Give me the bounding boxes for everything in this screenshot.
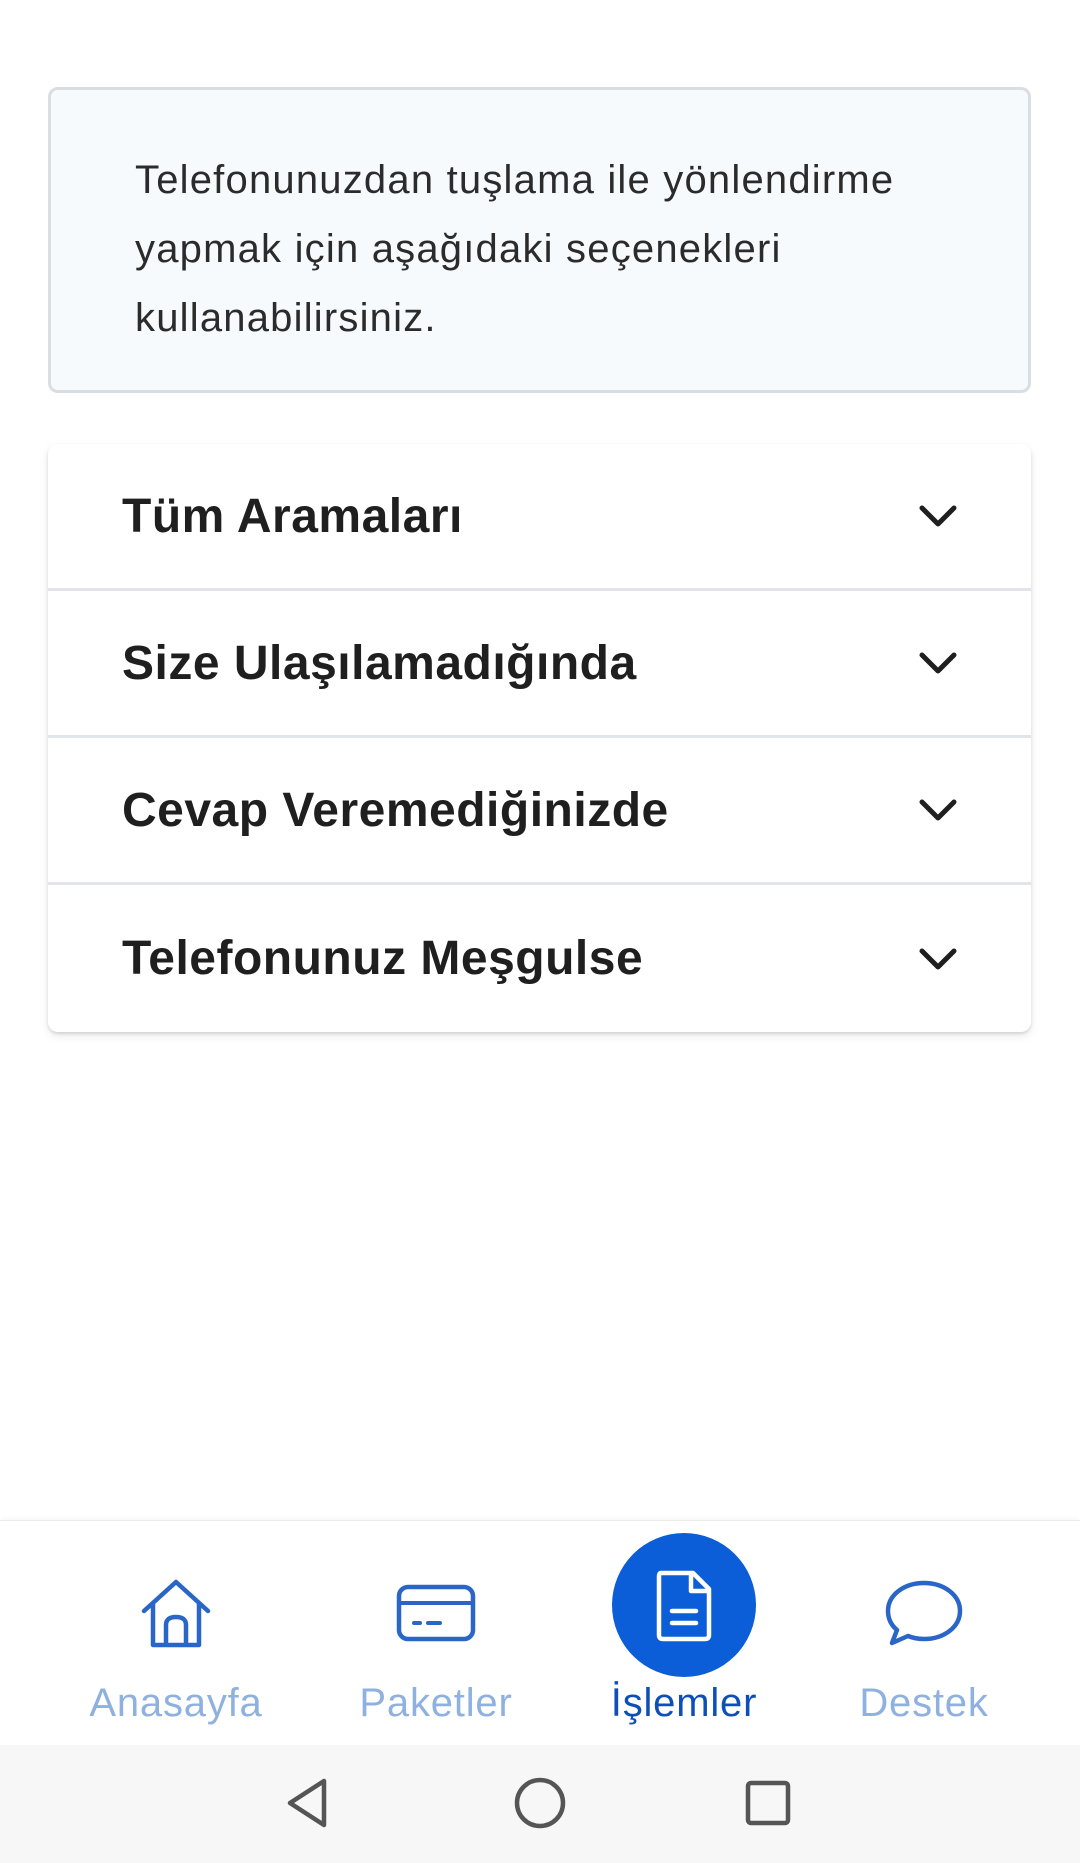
nav-item-support[interactable]: Destek	[804, 1521, 1044, 1746]
nav-item-home[interactable]: Anasayfa	[56, 1521, 296, 1746]
chat-bubble-icon	[876, 1565, 972, 1661]
chevron-down-icon	[917, 642, 959, 684]
document-icon	[612, 1533, 756, 1677]
accordion-item-label: Size Ulaşılamadığında	[122, 636, 637, 690]
home-circle-icon[interactable]	[500, 1763, 580, 1843]
chevron-down-icon	[917, 495, 959, 537]
call-forwarding-accordion: Tüm Aramaları Size Ulaşılamadığında Ceva…	[48, 444, 1031, 1032]
accordion-item-label: Tüm Aramaları	[122, 489, 463, 543]
accordion-item-no-answer[interactable]: Cevap Veremediğinizde	[48, 738, 1031, 885]
info-text: Telefonunuzdan tuşlama ile yönlendirme y…	[135, 158, 895, 340]
chevron-down-icon	[917, 789, 959, 831]
nav-label: Destek	[859, 1681, 989, 1725]
home-icon	[128, 1565, 224, 1661]
accordion-item-all-calls[interactable]: Tüm Aramaları	[48, 444, 1031, 591]
recents-icon[interactable]	[728, 1763, 808, 1843]
info-box: Telefonunuzdan tuşlama ile yönlendirme y…	[48, 87, 1031, 393]
nav-item-packages[interactable]: Paketler	[316, 1521, 556, 1746]
accordion-item-label: Cevap Veremediğinizde	[122, 783, 669, 837]
accordion-item-unreachable[interactable]: Size Ulaşılamadığında	[48, 591, 1031, 738]
chevron-down-icon	[917, 938, 959, 980]
bottom-navigation: Anasayfa Paketler İşlemler Destek	[0, 1520, 1080, 1746]
accordion-item-label: Telefonunuz Meşgulse	[122, 932, 644, 985]
nav-item-operations[interactable]: İşlemler	[564, 1521, 804, 1746]
system-navigation-bar	[0, 1745, 1080, 1863]
card-icon	[388, 1565, 484, 1661]
nav-label: İşlemler	[610, 1681, 758, 1725]
nav-label: Anasayfa	[89, 1681, 263, 1725]
accordion-item-busy[interactable]: Telefonunuz Meşgulse	[48, 885, 1031, 1032]
back-icon[interactable]	[268, 1763, 348, 1843]
nav-label: Paketler	[359, 1681, 513, 1725]
